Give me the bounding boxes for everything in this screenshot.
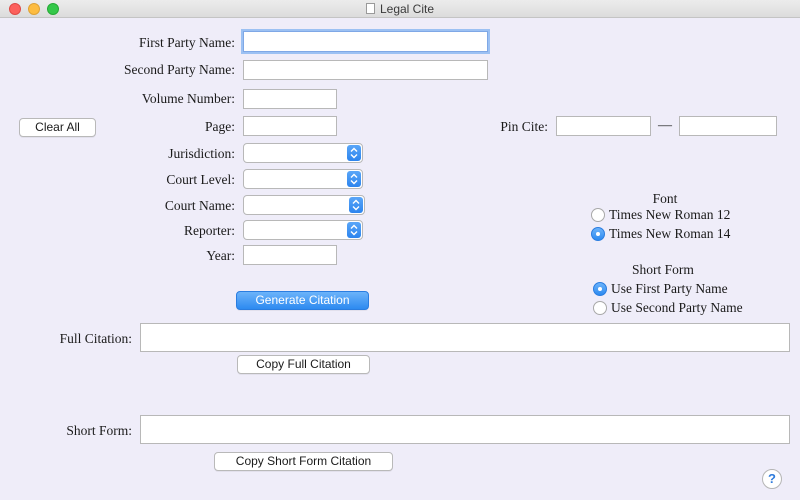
select-arrows-icon <box>349 197 363 213</box>
pin-cite-end-input[interactable] <box>679 116 777 136</box>
page-label: Page: <box>205 119 235 134</box>
court-name-label: Court Name: <box>164 198 235 213</box>
court-name-select[interactable] <box>243 195 365 215</box>
pin-cite-label: Pin Cite: <box>500 119 548 134</box>
font-option-label: Times New Roman 12 <box>609 207 731 222</box>
select-arrows-icon <box>347 222 361 238</box>
reporter-select[interactable] <box>243 220 363 240</box>
page-input[interactable] <box>243 116 337 136</box>
jurisdiction-select[interactable] <box>243 143 363 163</box>
radio-button[interactable] <box>591 208 605 222</box>
year-input[interactable] <box>243 245 337 265</box>
document-icon <box>365 3 375 14</box>
font-group-title: Font <box>652 191 678 206</box>
second-party-name-input[interactable] <box>243 60 488 80</box>
full-citation-output[interactable] <box>140 323 790 352</box>
short-form-label: Short Form: <box>66 423 132 438</box>
window-title: Legal Cite <box>379 2 435 16</box>
select-arrows-icon <box>347 171 361 187</box>
second-party-label: Second Party Name: <box>124 62 235 77</box>
select-arrows-icon <box>347 145 361 161</box>
copy-short-form-citation-button[interactable]: Copy Short Form Citation <box>214 452 393 471</box>
clear-all-button[interactable]: Clear All <box>19 118 96 137</box>
full-citation-label: Full Citation: <box>59 331 132 346</box>
year-label: Year: <box>206 248 235 263</box>
help-button[interactable]: ? <box>762 469 782 489</box>
title-bar: Legal Cite <box>0 0 800 18</box>
pin-cite-start-input[interactable] <box>556 116 651 136</box>
short-form-option-label: Use Second Party Name <box>611 300 743 315</box>
copy-full-citation-button[interactable]: Copy Full Citation <box>237 355 370 374</box>
radio-button[interactable] <box>593 301 607 315</box>
court-level-select[interactable] <box>243 169 363 189</box>
radio-button-selected[interactable] <box>591 227 605 241</box>
first-party-label: First Party Name: <box>139 35 235 50</box>
generate-citation-button[interactable]: Generate Citation <box>236 291 369 310</box>
volume-number-label: Volume Number: <box>141 91 235 106</box>
reporter-label: Reporter: <box>184 223 235 238</box>
pin-cite-separator: — <box>658 118 672 133</box>
jurisdiction-label: Jurisdiction: <box>168 146 235 161</box>
short-form-output[interactable] <box>140 415 790 444</box>
volume-number-input[interactable] <box>243 89 337 109</box>
short-form-option-label: Use First Party Name <box>611 281 728 296</box>
font-option-label: Times New Roman 14 <box>609 226 731 241</box>
first-party-name-input[interactable] <box>243 31 488 52</box>
court-level-label: Court Level: <box>166 172 235 187</box>
short-form-group-title: Short Form <box>632 262 694 277</box>
radio-button-selected[interactable] <box>593 282 607 296</box>
window-title-area: Legal Cite <box>0 1 800 17</box>
